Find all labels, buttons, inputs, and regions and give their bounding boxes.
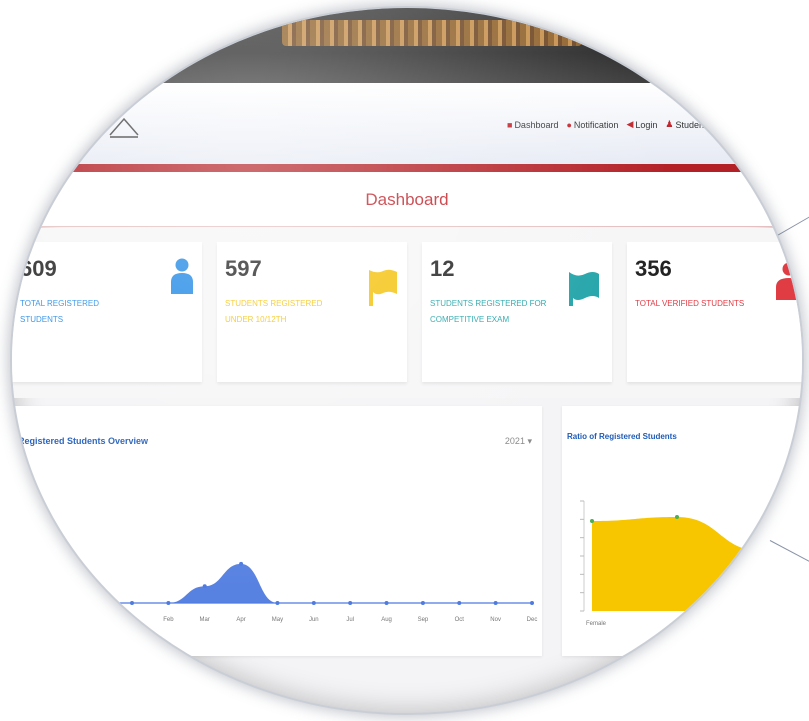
flag-icon: [369, 269, 397, 306]
site-logo[interactable]: [104, 113, 144, 141]
stat-label: STUDENTS REGISTERED FOR COMPETITIVE EXAM: [430, 299, 547, 324]
data-point: [311, 601, 316, 605]
ratio-panel: Ratio of Registered Students Female: [562, 406, 802, 656]
main-nav: ■ Dashboard ● Notification ◀ Login ♟ Stu…: [507, 119, 707, 130]
data-point: [530, 601, 534, 605]
stat-card-total-registered[interactable]: 609 TOTAL REGISTERED STUDENTS: [12, 242, 202, 382]
data-point: [348, 601, 353, 605]
stat-label: TOTAL REGISTERED STUDENTS: [20, 299, 99, 324]
nav-item-dashboard[interactable]: ■ Dashboard: [507, 119, 558, 130]
nav-item-login[interactable]: ◀ Login: [626, 119, 657, 130]
bell-icon: ●: [566, 119, 572, 130]
x-tick-label: Oct: [455, 617, 465, 623]
stat-card-total-verified[interactable]: 356 TOTAL VERIFIED STUDENTS: [627, 242, 802, 382]
ratio-chart: Female: [580, 500, 762, 627]
series-area: [592, 517, 762, 611]
nav-label: Login: [635, 119, 658, 130]
person-icon: [776, 262, 802, 300]
stat-value: 597: [225, 256, 262, 281]
x-tick-label: Sep: [418, 617, 429, 623]
stat-value: 609: [20, 256, 57, 281]
nav-label: Student: [675, 119, 707, 130]
data-point: [457, 601, 462, 605]
overview-chart: Feb Mar Apr May Jun Jul Aug Sep Oct Nov Dec: [12, 561, 538, 623]
data-point: [239, 561, 244, 566]
x-tick-label: Apr: [236, 617, 245, 623]
site-header: ■ Dashboard ● Notification ◀ Login ♟ Stu…: [12, 83, 802, 165]
home-icon: ■: [507, 119, 513, 130]
login-icon: ◀: [626, 119, 634, 129]
data-point: [675, 515, 679, 519]
x-tick-label: Jun: [309, 617, 319, 623]
data-point: [590, 519, 594, 523]
x-tick-label: May: [272, 617, 283, 623]
header-banner-image: [282, 20, 582, 46]
flag-icon: [569, 272, 599, 306]
series-area: [132, 563, 532, 603]
stat-label: STUDENTS REGISTERED UNDER 10/12TH: [225, 299, 323, 324]
magnifier-lens: Log in Main Content ▶ ■ Dashboard ● Noti…: [12, 8, 802, 713]
scene: Log in Main Content ▶ ■ Dashboard ● Noti…: [0, 0, 809, 721]
data-point: [166, 601, 171, 605]
nav-item-student[interactable]: ♟ Student: [665, 119, 706, 130]
title-band: Dashboard: [12, 172, 802, 227]
nav-label: Dashboard: [514, 119, 559, 130]
data-point: [493, 601, 498, 605]
data-point: [275, 601, 280, 605]
nav-label: Notification: [573, 119, 619, 130]
overview-panel: Registered Students Overview 2021 ▾ Feb M…: [12, 406, 542, 656]
nav-item-notification[interactable]: ● Notification: [566, 119, 618, 130]
data-point: [384, 601, 389, 605]
top-login-link[interactable]: Log in Main Content ▶: [622, 58, 702, 67]
stats-cards: 609 TOTAL REGISTERED STUDENTS 597 STUDEN…: [12, 228, 802, 398]
data-point: [202, 584, 207, 589]
stat-card-competitive-exam[interactable]: 12 STUDENTS REGISTERED FOR COMPETITIVE E…: [422, 242, 612, 382]
stat-card-under-10-12[interactable]: 597 STUDENTS REGISTERED UNDER 10/12TH: [217, 242, 407, 382]
x-tick-label: Female: [586, 621, 607, 627]
data-point: [130, 601, 134, 605]
x-tick-label: Mar: [200, 617, 210, 623]
x-tick-label: Dec: [527, 617, 538, 623]
data-point: [420, 601, 425, 605]
x-tick-label: Jul: [346, 617, 354, 623]
x-tick-label: Aug: [381, 617, 392, 623]
stat-value: 356: [635, 256, 672, 281]
stat-value: 12: [430, 256, 455, 281]
x-tick-label: Nov: [490, 617, 501, 623]
header-accent-bar: [12, 164, 802, 172]
stat-label: TOTAL VERIFIED STUDENTS: [635, 299, 745, 308]
x-tick-label: Feb: [163, 617, 174, 623]
person-icon: [171, 258, 193, 294]
user-icon: ♟: [665, 119, 674, 129]
top-strip: Log in Main Content ▶: [12, 8, 802, 83]
page-title: Dashboard: [365, 190, 449, 209]
